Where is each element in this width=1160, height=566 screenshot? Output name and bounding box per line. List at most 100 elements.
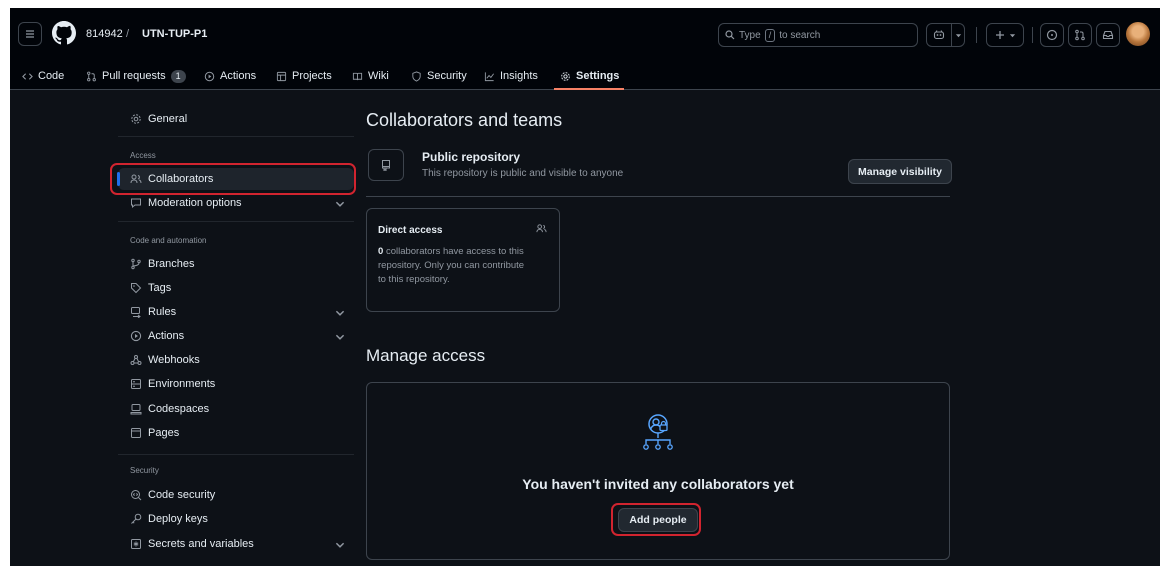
tab-projects[interactable]: Projects [276,67,332,85]
browser-icon [131,428,141,438]
empty-state-message: You haven't invited any collaborators ye… [522,476,794,492]
tab-label: Settings [576,70,620,82]
direct-access-title: Direct access [378,225,443,236]
hamburger-menu-button[interactable] [18,22,42,46]
direct-access-card: Direct access 0 collaborators have acces… [366,208,560,312]
gear-icon [561,71,570,81]
repo-owner-link[interactable]: 814942 [86,28,123,40]
add-people-button[interactable]: Add people [618,508,698,532]
pull-requests-button[interactable] [1068,23,1092,47]
sidebar-item-label: Webhooks [148,354,200,366]
sidebar-item-webhooks[interactable]: Webhooks [118,349,354,371]
people-icon [536,224,547,233]
tab-security[interactable]: Security [411,67,467,85]
repo-name-link[interactable]: UTN-TUP-P1 [142,28,207,40]
sidebar-item-actions[interactable]: Actions [118,325,354,347]
direct-access-line1: collaborators have access to this [385,246,524,257]
user-avatar[interactable] [1126,22,1150,46]
copilot-button[interactable] [926,23,952,47]
tab-wiki[interactable]: Wiki [352,67,389,85]
chevron-down-icon [335,334,345,340]
sidebar-divider [118,454,354,455]
github-logo-icon[interactable] [52,21,76,45]
sidebar-item-label: Deploy keys [148,513,208,525]
sidebar-item-label: General [148,113,188,125]
sidebar-item-label: Branches [148,258,195,270]
tab-label: Projects [292,70,332,82]
search-placeholder-prefix: Type [739,29,761,41]
codespaces-icon [130,404,142,415]
chevron-down-icon [335,542,345,548]
tab-pull-requests[interactable]: Pull requests 1 [86,67,186,85]
manage-access-heading: Manage access [366,346,486,365]
search-input[interactable]: Type / to search [718,23,918,47]
collaborator-count: 0 [378,246,384,257]
search-icon [725,30,735,40]
sidebar-item-label: Pages [148,427,180,439]
breadcrumb-separator: / [126,28,130,40]
sidebar-item-label: Tags [148,282,172,294]
sidebar-divider [118,221,354,222]
codescan-icon [131,490,142,501]
sidebar-item-label: Rules [148,306,177,318]
chevron-down-icon [335,310,345,316]
visibility-title: Public repository [422,150,521,164]
inbox-button[interactable] [1096,23,1120,47]
sidebar-item-moderation-options[interactable]: Moderation options [118,192,354,214]
create-new-button[interactable] [986,23,1024,47]
active-tab-indicator [554,88,624,90]
manage-access-box [366,382,950,560]
page-title: Collaborators and teams [366,110,563,130]
sidebar-item-branches[interactable]: Branches [118,253,354,275]
sidebar-divider [118,136,354,137]
header-divider [976,27,977,43]
repo-nav-tabs: Code Pull requests 1 Actions Projects Wi… [10,60,1160,90]
graph-icon [484,71,494,81]
direct-access-description: 0 collaborators have access to this repo… [378,245,558,287]
table-icon [276,71,287,81]
app-window: 814942 / UTN-TUP-P1 Type / to search Cod… [10,8,1160,566]
search-placeholder-suffix: to search [779,29,821,41]
tab-label: Code [38,70,65,82]
code-icon [22,72,33,80]
sidebar-item-code-security[interactable]: Code security [118,484,354,506]
key-asterisk-icon [131,539,141,549]
sidebar-item-label: Actions [148,330,185,342]
sidebar-item-rules[interactable]: Rules [118,301,354,323]
comment-icon [131,198,141,209]
sidebar-item-pages[interactable]: Pages [118,422,354,444]
sidebar-item-tags[interactable]: Tags [118,277,354,299]
sidebar-item-label: Codespaces [148,403,210,415]
tab-label: Pull requests [102,70,166,82]
issue-opened-icon [1046,29,1058,41]
organization-people-icon [643,414,673,450]
repo-icon [382,160,390,171]
manage-visibility-button[interactable]: Manage visibility [848,159,952,184]
tab-code[interactable]: Code [22,67,64,85]
book-icon [352,72,363,80]
sidebar-item-secrets-variables[interactable]: Secrets and variables [118,533,354,555]
webhook-icon [130,355,142,365]
sidebar-item-environments[interactable]: Environments [118,373,354,395]
sidebar-item-label: Environments [148,378,216,390]
sidebar-item-collaborators[interactable]: Collaborators [117,168,354,190]
tab-actions[interactable]: Actions [204,67,256,85]
tab-label: Actions [220,70,257,82]
sidebar-item-deploy-keys[interactable]: Deploy keys [118,508,354,530]
sidebar-item-general[interactable]: General [118,108,354,130]
sidebar-item-codespaces[interactable]: Codespaces [118,398,354,420]
search-shortcut-key: / [764,28,776,42]
tab-settings[interactable]: Settings [560,67,619,85]
tag-icon [131,283,142,294]
direct-access-line3: to this repository. [378,274,450,285]
tab-insights[interactable]: Insights [484,67,538,85]
top-header: 814942 / UTN-TUP-P1 Type / to search [10,8,1160,60]
copilot-dropdown-button[interactable] [951,23,965,47]
tab-label: Security [427,70,467,82]
play-circle-icon [204,71,215,81]
issues-button[interactable] [1040,23,1064,47]
hamburger-icon [26,30,34,38]
tab-label: Wiki [368,70,389,82]
pull-request-icon [87,71,96,81]
visibility-description: This repository is public and visible to… [422,168,624,179]
